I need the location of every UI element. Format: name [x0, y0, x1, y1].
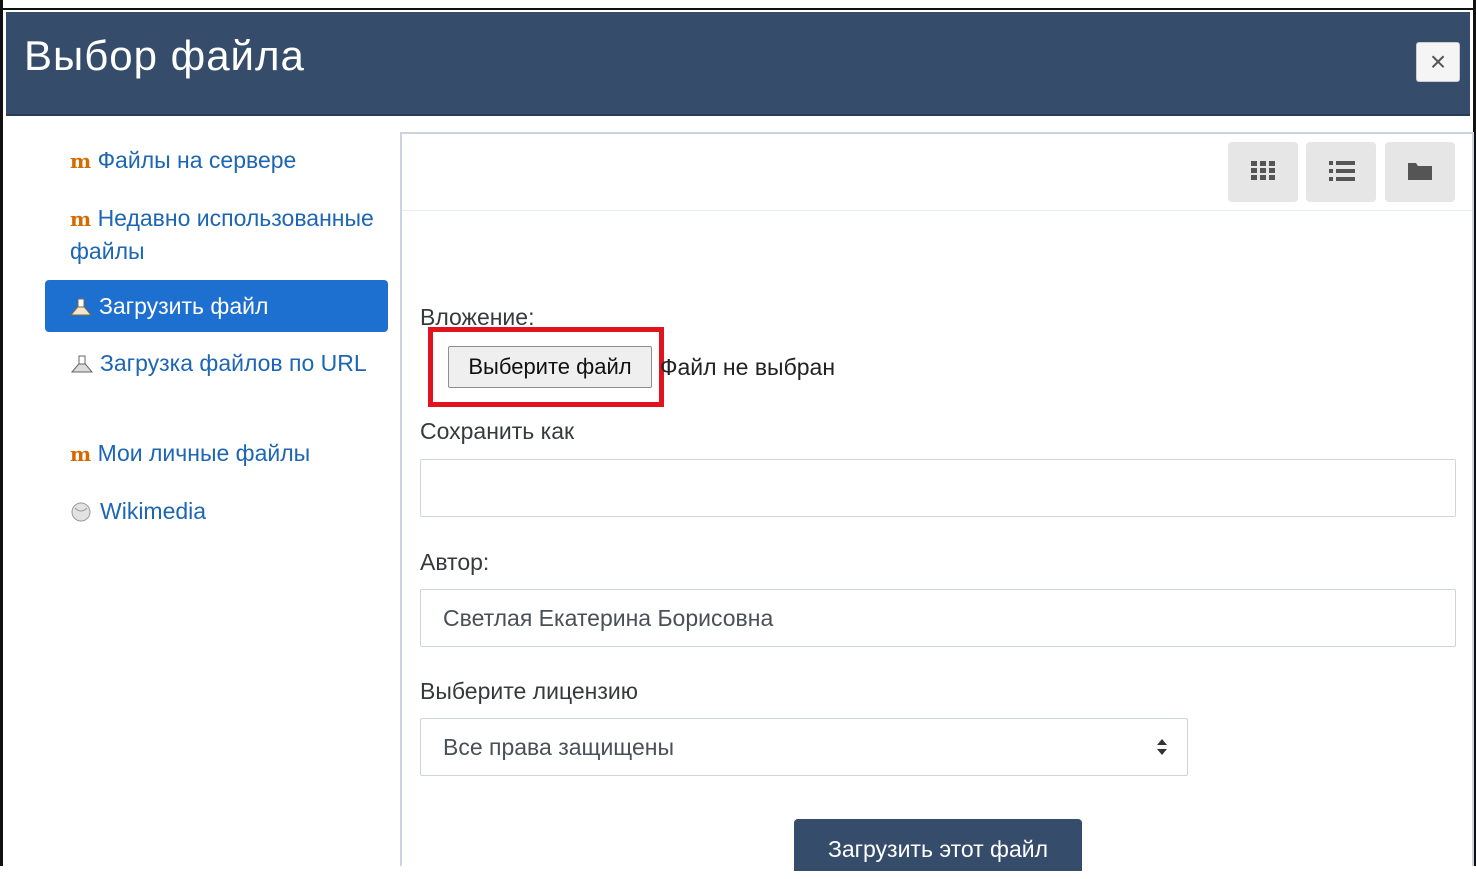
moodle-icon: m: [70, 442, 92, 466]
license-select[interactable]: Все права защищены: [420, 718, 1188, 776]
folder-view-icon: [1408, 163, 1432, 180]
top-border: [0, 0, 1476, 10]
repository-sidebar: m Файлы на сервере m Недавно использован…: [6, 118, 396, 866]
sidebar-item-private-files[interactable]: m Мои личные файлы: [46, 437, 386, 470]
choose-file-button[interactable]: Выберите файл: [448, 346, 652, 388]
left-border: [0, 0, 3, 866]
list-view-icon: [1329, 161, 1355, 181]
moodle-icon: m: [70, 207, 92, 231]
author-input[interactable]: Светлая Екатерина Борисовна: [420, 589, 1456, 647]
sidebar-item-upload-file[interactable]: Загрузить файл: [45, 280, 388, 332]
list-view-button[interactable]: [1306, 142, 1376, 202]
file-picker-dialog: Выбор файла × m Файлы на сервере m Недав…: [0, 0, 1476, 871]
sidebar-item-wikimedia[interactable]: Wikimedia: [46, 495, 386, 527]
moodle-icon: m: [70, 149, 92, 173]
sidebar-item-url-download[interactable]: Загрузка файлов по URL: [46, 347, 386, 379]
save-as-label: Сохранить как: [420, 418, 575, 444]
save-as-input[interactable]: [420, 459, 1456, 517]
sidebar-item-server-files[interactable]: m Файлы на сервере: [46, 144, 386, 177]
sidebar-item-label: Недавно использованные файлы: [70, 205, 374, 264]
sidebar-item-recent-files[interactable]: m Недавно использованные файлы: [46, 202, 386, 267]
sidebar-item-label: Wikimedia: [100, 498, 207, 524]
upload-this-file-button[interactable]: Загрузить этот файл: [794, 819, 1082, 871]
dialog-header: Выбор файла ×: [6, 12, 1470, 116]
sidebar-item-label: Мои личные файлы: [97, 440, 311, 466]
close-button[interactable]: ×: [1416, 42, 1460, 82]
license-selected-value: Все права защищены: [443, 734, 674, 760]
toolbar-divider: [402, 210, 1472, 211]
upload-icon: [69, 283, 93, 316]
url-download-icon: [70, 350, 94, 373]
grid-view-button[interactable]: [1228, 142, 1298, 202]
wikimedia-icon: [70, 498, 94, 522]
sidebar-item-label: Загрузить файл: [99, 293, 269, 319]
close-icon: ×: [1429, 46, 1447, 77]
dialog-title: Выбор файла: [24, 32, 305, 79]
no-file-text: Файл не выбран: [660, 354, 836, 380]
sidebar-item-label: Загрузка файлов по URL: [100, 350, 367, 376]
license-label: Выберите лицензию: [420, 678, 638, 704]
grid-view-icon: [1251, 161, 1275, 180]
folder-view-button[interactable]: [1385, 142, 1455, 202]
sidebar-item-label: Файлы на сервере: [97, 147, 297, 173]
upload-panel: Вложение: Выберите файл Файл не выбран С…: [400, 132, 1474, 871]
select-arrows-icon: [1155, 719, 1169, 775]
author-label: Автор:: [420, 549, 490, 575]
